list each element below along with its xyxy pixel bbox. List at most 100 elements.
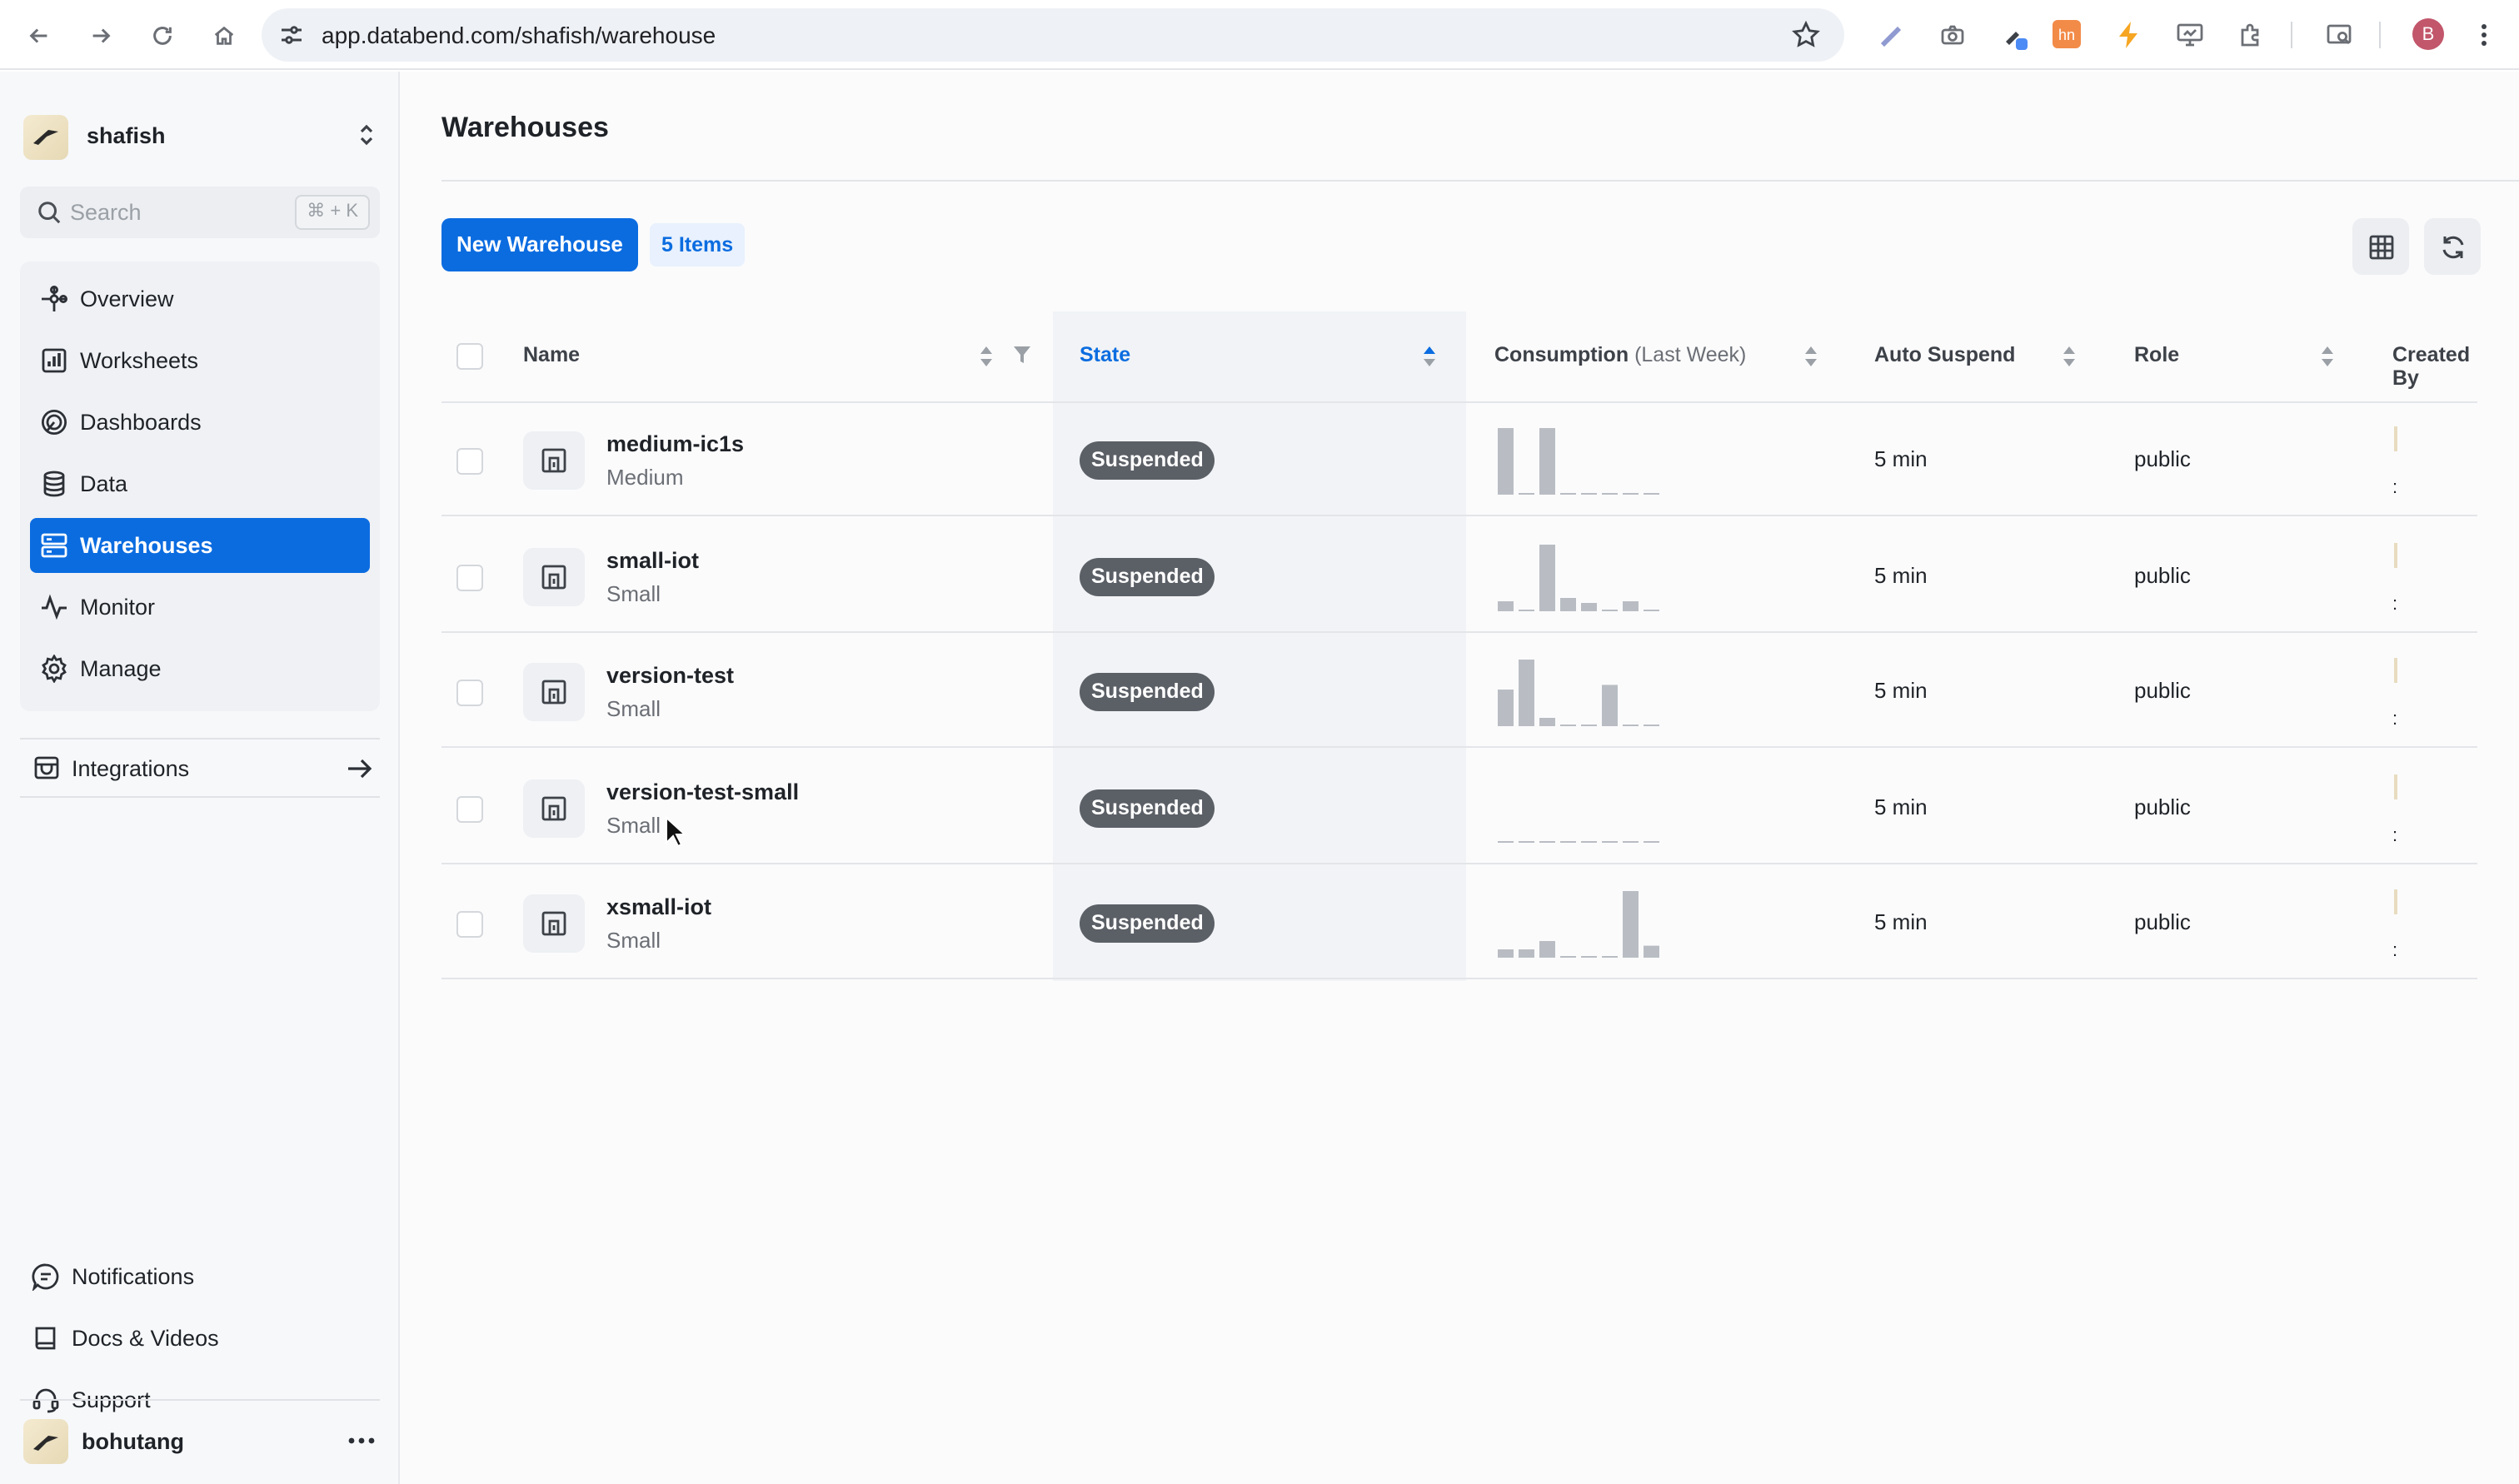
overview-icon [42,286,67,311]
user-menu[interactable]: bohutang [20,1399,380,1464]
avatar [23,1419,68,1464]
sort-icon[interactable] [978,343,995,370]
tool-extension-icon[interactable] [1998,18,2031,52]
consumption-sparkline [1498,660,1659,726]
refresh-button[interactable] [2424,218,2481,275]
created-by-truncated: : [2392,594,2398,614]
monitor-extension-icon[interactable] [2172,18,2206,52]
forward-icon[interactable] [80,15,120,55]
role-value: public [2134,909,2191,934]
sidebar-item-label: Notifications [72,1264,195,1289]
table-row[interactable]: medium-ic1s Medium Suspended 5 min publi… [441,405,2477,516]
sidebar-item-manage[interactable]: Manage [30,641,370,696]
warehouse-name[interactable]: version-test-small [606,779,799,804]
org-switcher[interactable]: shafish [23,112,380,162]
puzzle-extension-icon[interactable] [2234,18,2267,52]
sort-icon[interactable] [2319,343,2336,370]
main-nav: Overview Worksheets Dashboards Data Ware… [20,261,380,711]
sparkline-bar [1644,840,1659,842]
column-header-role[interactable]: Role [2134,343,2179,366]
grid-view-button[interactable] [2352,218,2409,275]
select-all-checkbox[interactable] [456,343,483,370]
sort-icon[interactable] [1803,343,1819,370]
user-name: bohutang [82,1429,184,1454]
bolt-extension-icon[interactable] [2112,18,2146,52]
sparkline-bar [1498,690,1514,726]
warehouse-name[interactable]: small-iot [606,547,699,572]
sparkline-bar [1644,945,1659,958]
sidebar-item-label: Monitor [80,595,156,620]
warehouse-name[interactable]: medium-ic1s [606,431,744,456]
sidebar-item-warehouses[interactable]: Warehouses [30,518,370,573]
sidebar-item-worksheets[interactable]: Worksheets [30,333,370,388]
sparkline-bar [1498,428,1514,495]
sort-icon[interactable] [2061,343,2078,370]
sparkline-bar [1539,941,1555,958]
warehouse-name[interactable]: xsmall-iot [606,894,711,919]
page-title: Warehouses [441,112,609,143]
more-icon[interactable] [347,1427,377,1454]
status-badge: Suspended [1080,673,1215,711]
org-name: shafish [87,123,166,148]
sparkline-bar [1602,956,1618,958]
consumption-label: Consumption [1494,343,1629,366]
column-header-auto-suspend[interactable]: Auto Suspend [1874,343,2015,366]
sidebar-item-docs[interactable]: Docs & Videos [27,1316,377,1362]
warehouse-size: Small [606,928,661,953]
sidebar-item-data[interactable]: Data [30,456,370,511]
row-checkbox[interactable] [456,680,483,706]
column-header-state[interactable]: State [1080,343,1130,366]
sidebar-item-notifications[interactable]: Notifications [27,1254,377,1301]
table-row[interactable]: version-test Small Suspended 5 min publi… [441,636,2477,748]
sidebar-item-monitor[interactable]: Monitor [30,580,370,635]
back-icon[interactable] [18,15,58,55]
column-header-consumption[interactable]: Consumption (Last Week) [1494,343,1746,366]
status-badge: Suspended [1080,904,1215,943]
home-icon[interactable] [203,15,243,55]
address-bar[interactable]: app.databend.com/shafish/warehouse [262,8,1844,62]
sparkline-bar [1560,840,1576,842]
row-checkbox[interactable] [456,448,483,475]
sort-asc-icon[interactable] [1421,343,1438,370]
created-by-avatar [2394,658,2397,683]
table-row[interactable]: small-iot Small Suspended 5 min public : [441,520,2477,632]
hn-extension-icon[interactable]: hn [2053,20,2081,48]
filter-icon[interactable] [1013,345,1031,365]
sidebar-item-dashboards[interactable]: Dashboards [30,395,370,450]
sidebar-item-integrations[interactable]: Integrations [20,738,380,798]
arrow-right-icon[interactable] [345,754,373,783]
row-checkbox[interactable] [456,564,483,590]
search-shortcut: ⌘ + K [295,195,370,230]
auto-suspend-value: 5 min [1874,446,1928,471]
sparkline-bar [1581,602,1597,610]
row-checkbox[interactable] [456,795,483,822]
warehouse-name[interactable]: version-test [606,663,734,688]
role-value: public [2134,794,2191,819]
bookmark-star-icon[interactable] [1791,20,1821,50]
reload-icon[interactable] [142,15,182,55]
consumption-sparkline [1498,428,1659,495]
sidebar-item-overview[interactable]: Overview [30,271,370,326]
tab-search-icon[interactable] [2322,18,2356,52]
sparkline-bar [1623,725,1639,726]
table-header: Name State Consumption (Last Week) Auto … [441,311,2477,403]
role-value: public [2134,446,2191,471]
main-content: Warehouses New Warehouse 5 Items Name St… [400,72,2519,1484]
chevron-up-down-icon[interactable] [353,122,380,148]
column-header-name[interactable]: Name [523,343,580,366]
sparkline-bar [1581,725,1597,726]
new-warehouse-button[interactable]: New Warehouse [441,218,638,271]
camera-extension-icon[interactable] [1936,18,1969,52]
profile-avatar[interactable]: B [2412,18,2444,50]
browser-menu-icon[interactable] [2467,18,2501,52]
search-box[interactable]: Search ⌘ + K [20,187,380,238]
warehouse-icon [523,663,585,721]
site-settings-icon[interactable] [278,22,305,48]
column-header-created-by[interactable]: Created By [2392,343,2477,390]
warehouse-icon [523,779,585,837]
row-checkbox[interactable] [456,911,483,938]
pen-extension-icon[interactable] [1874,18,1908,52]
table-row[interactable]: version-test-small Small Suspended 5 min… [441,752,2477,864]
warehouse-size: Small [606,696,661,721]
table-row[interactable]: xsmall-iot Small Suspended 5 min public … [441,868,2477,979]
